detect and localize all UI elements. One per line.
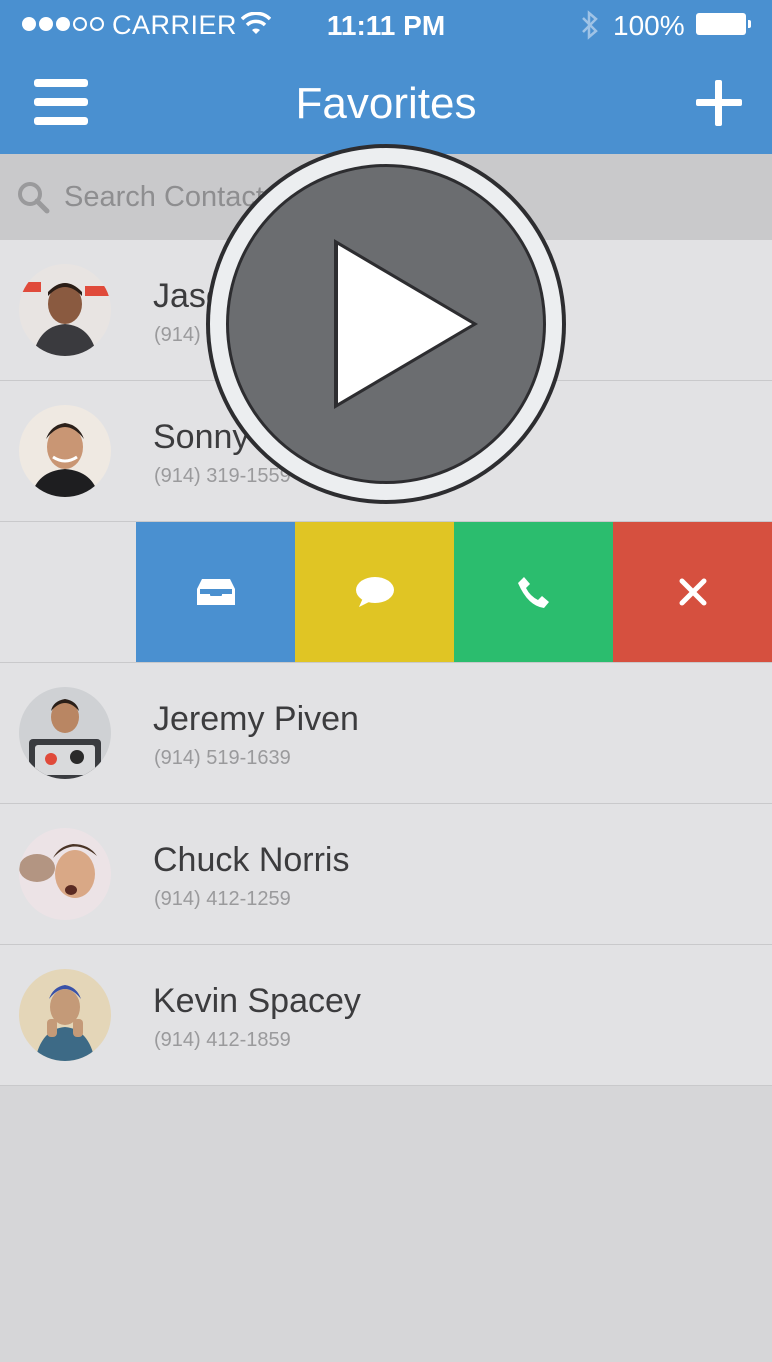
contact-name: Kevin Spacey — [153, 982, 361, 1020]
nav-bar: Favorites — [0, 50, 772, 154]
add-contact-button[interactable] — [694, 78, 744, 128]
signal-strength-icon — [22, 17, 104, 31]
phone-icon — [517, 577, 549, 608]
avatar — [19, 828, 111, 920]
message-icon — [355, 577, 394, 607]
contact-name: Chuck Norris — [153, 841, 350, 879]
contact-phone: (914) 519-1639 — [154, 747, 291, 769]
contact-phone: (914) 412-1259 — [154, 888, 291, 910]
avatar — [19, 405, 111, 497]
archive-icon — [196, 579, 235, 605]
wifi-icon — [241, 12, 271, 34]
search-icon — [18, 182, 50, 214]
carrier-label: CARRIER — [112, 10, 238, 40]
avatar — [19, 687, 111, 779]
phone-screen: CARRIER 11:11 PM 100% Favorites Search C… — [0, 0, 772, 1362]
avatar — [19, 969, 111, 1061]
page-title: Favorites — [295, 79, 477, 128]
battery-icon — [696, 13, 751, 35]
play-button[interactable] — [203, 141, 569, 507]
menu-icon[interactable] — [34, 79, 88, 125]
contact-phone: (914) 412-1859 — [154, 1029, 291, 1051]
battery-percent: 100% — [613, 10, 685, 41]
avatar — [19, 264, 111, 356]
contact-row[interactable]: Kevin Spacey (914) 412-1859 — [0, 945, 772, 1086]
archive-button[interactable] — [136, 522, 295, 662]
bluetooth-icon — [582, 10, 598, 40]
delete-button[interactable] — [613, 522, 772, 662]
call-button[interactable] — [454, 522, 613, 662]
message-button[interactable] — [295, 522, 454, 662]
contact-row[interactable]: Chuck Norris (914) 412-1259 — [0, 804, 772, 945]
contact-row[interactable]: Jeremy Piven (914) 519-1639 — [0, 663, 772, 804]
status-bar: CARRIER 11:11 PM 100% — [0, 0, 772, 50]
contact-name: Jeremy Piven — [153, 700, 359, 738]
close-icon — [679, 578, 706, 606]
swipe-actions-row — [0, 522, 772, 663]
